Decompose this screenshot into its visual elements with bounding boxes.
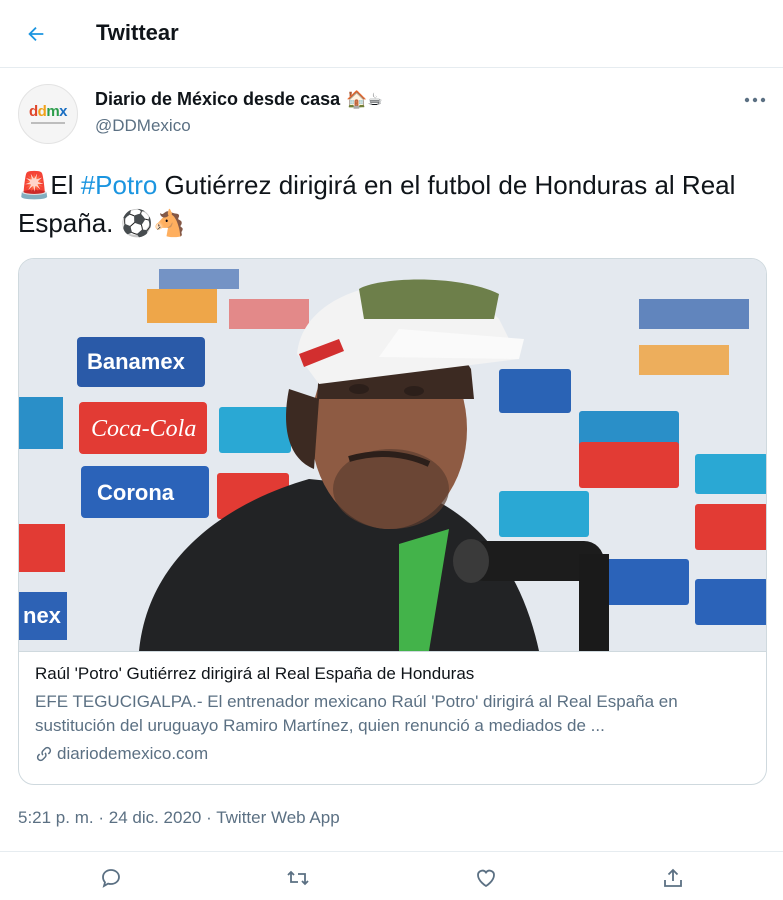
meta-separator-2: · xyxy=(206,808,217,827)
retweet-button[interactable] xyxy=(284,864,312,892)
more-options-button[interactable] xyxy=(740,88,770,112)
tweet-trailing-emojis: ⚽🐴 xyxy=(120,208,186,238)
like-button[interactable] xyxy=(472,864,500,892)
share-button[interactable] xyxy=(659,864,687,892)
card-title: Raúl 'Potro' Gutiérrez dirigirá al Real … xyxy=(35,664,475,683)
avatar[interactable]: ddmx xyxy=(18,84,78,144)
avatar-logo: ddmx xyxy=(28,103,68,120)
link-icon xyxy=(36,746,52,762)
siren-emoji: 🚨 xyxy=(18,170,51,200)
card-description: EFE TEGUCIGALPA.- El entrenador mexicano… xyxy=(35,692,678,735)
author-display-name[interactable]: Diario de México desde casa xyxy=(95,89,340,110)
avatar-tagline-line xyxy=(31,122,65,124)
card-domain-text: diariodemexico.com xyxy=(57,744,209,763)
reply-icon xyxy=(102,869,120,888)
name-emojis: 🏠☕ xyxy=(346,89,383,109)
tweet-text: 🚨El #Potro Gutiérrez dirigirá en el futb… xyxy=(18,166,768,242)
card-text-area: Raúl 'Potro' Gutiérrez dirigirá al Real … xyxy=(19,651,766,784)
reply-button[interactable] xyxy=(97,864,125,892)
card-domain: diariodemexico.com xyxy=(35,744,208,764)
back-arrow-icon xyxy=(28,26,44,42)
tweet-meta: 5:21 p. m. · 24 dic. 2020 · Twitter Web … xyxy=(18,808,340,828)
svg-text:Coca-Cola: Coca-Cola xyxy=(91,416,196,442)
link-preview-card[interactable]: Banamex Coca-Cola Corona nex Raúl 'Potro… xyxy=(18,258,767,785)
heart-icon xyxy=(477,869,495,888)
meta-separator: · xyxy=(98,808,109,827)
tweet-text-before: El xyxy=(50,170,81,200)
back-button[interactable] xyxy=(18,16,54,52)
page-title: Twittear xyxy=(96,20,179,45)
retweet-icon xyxy=(287,870,309,886)
svg-text:Corona: Corona xyxy=(97,480,175,505)
card-image: Banamex Coca-Cola Corona nex xyxy=(19,259,766,651)
author-name-row: Diario de México desde casa 🏠☕ xyxy=(95,89,383,110)
hashtag-link[interactable]: #Potro xyxy=(81,170,158,200)
svg-text:nex: nex xyxy=(23,603,62,628)
top-bar: Twittear xyxy=(0,0,783,68)
author-handle[interactable]: @DDMexico xyxy=(95,116,191,136)
tweet-time[interactable]: 5:21 p. m. xyxy=(18,808,94,827)
action-bar xyxy=(0,851,783,900)
tweet-date[interactable]: 24 dic. 2020 xyxy=(109,808,202,827)
more-icon xyxy=(744,97,766,103)
share-icon xyxy=(664,868,682,887)
tweet-source[interactable]: Twitter Web App xyxy=(216,808,339,827)
svg-text:Banamex: Banamex xyxy=(87,349,186,374)
